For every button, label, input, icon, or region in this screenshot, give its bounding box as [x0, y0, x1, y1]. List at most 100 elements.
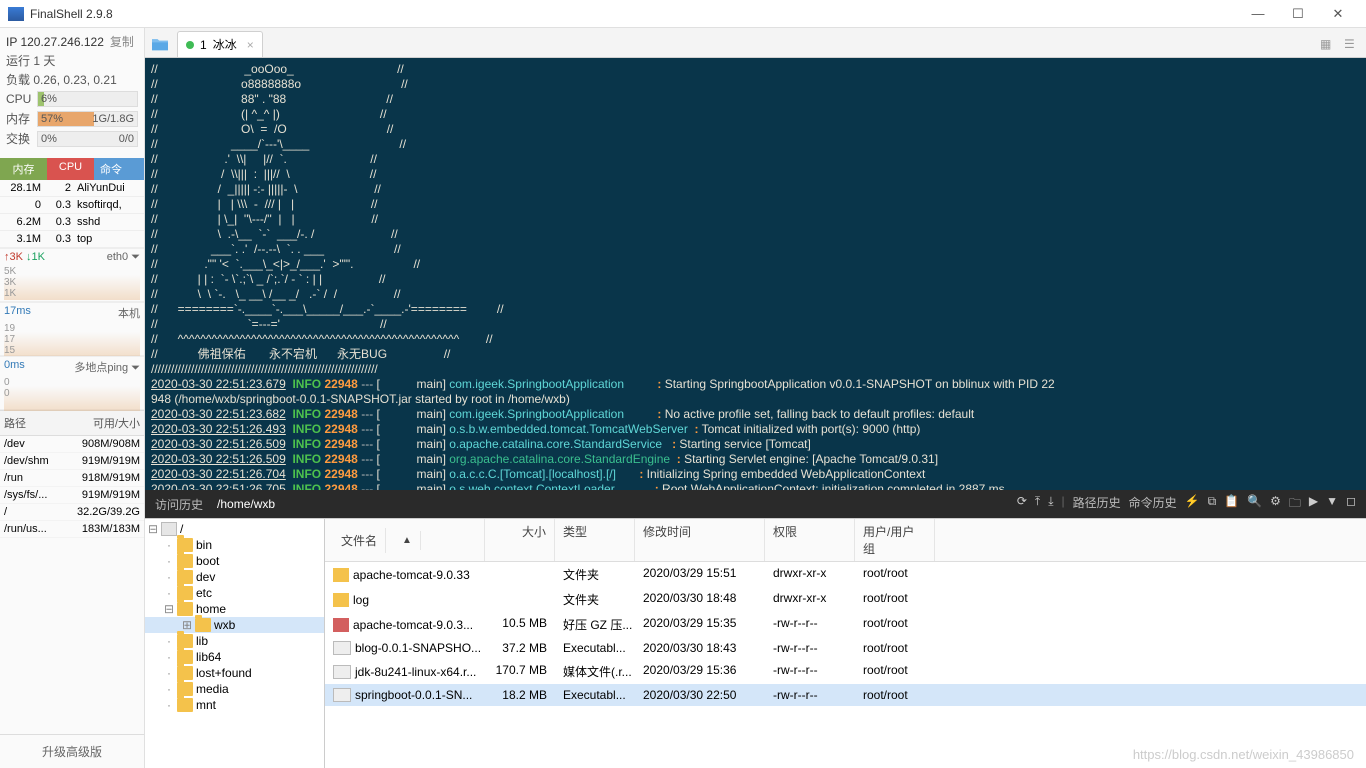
download-icon[interactable]: ⤓ — [1048, 494, 1053, 515]
multi-ping-dropdown[interactable]: 多地点ping ⏷ — [74, 359, 140, 375]
file-row[interactable]: apache-tomcat-9.0.33 文件夹 2020/03/29 15:5… — [325, 562, 1366, 587]
swap-label: 交换 — [6, 130, 34, 147]
swap-meter: 0%0/0 — [37, 131, 138, 147]
folder-icon — [177, 554, 193, 568]
paste-icon[interactable]: 📋 — [1224, 494, 1239, 515]
tree-node[interactable]: ·mnt — [145, 697, 324, 713]
iface-dropdown[interactable]: eth0 ⏷ — [107, 251, 140, 264]
file-list[interactable]: 文件名▲ 大小 类型 修改时间 权限 用户/用户组 apache-tomcat-… — [325, 519, 1366, 768]
process-row[interactable]: 3.1M0.3top — [0, 231, 144, 248]
cpu-label: CPU — [6, 92, 34, 106]
file-row[interactable]: log 文件夹 2020/03/30 18:48drwxr-xr-xroot/r… — [325, 587, 1366, 612]
path-history-button[interactable]: 路径历史 — [1073, 494, 1121, 515]
tab-close-icon[interactable]: × — [247, 38, 254, 52]
ping-multi-chart: 0ms多地点ping ⏷ 00 — [0, 356, 144, 410]
sidebar: IP 120.27.246.122 复制 运行 1 天 负载 0.26, 0.2… — [0, 28, 145, 768]
tree-node[interactable]: ·lib — [145, 633, 324, 649]
path-row[interactable]: /run/us...183M/183M — [0, 521, 144, 538]
path-row[interactable]: /dev/shm919M/919M — [0, 453, 144, 470]
tab-cpu[interactable]: CPU — [47, 158, 94, 180]
tree-node[interactable]: ·boot — [145, 553, 324, 569]
search-icon[interactable]: 🔍 — [1247, 494, 1262, 515]
path-row[interactable]: /dev908M/908M — [0, 436, 144, 453]
file-type-icon — [333, 568, 349, 582]
file-list-header: 文件名▲ 大小 类型 修改时间 权限 用户/用户组 — [325, 519, 1366, 562]
file-row[interactable]: springboot-0.0.1-SN... 18.2 MBExecutabl.… — [325, 684, 1366, 706]
folder-icon — [177, 570, 193, 584]
process-row[interactable]: 28.1M2AliYunDui — [0, 180, 144, 197]
cpu-meter: 6% — [37, 91, 138, 107]
maximize-panel-icon[interactable]: ◻ — [1346, 494, 1356, 515]
path-row[interactable]: /run918M/919M — [0, 470, 144, 487]
load-avg: 负载 0.26, 0.23, 0.21 — [6, 71, 138, 88]
refresh-icon[interactable]: ⟳ — [1017, 494, 1027, 515]
tab-command[interactable]: 命令 — [94, 158, 144, 180]
tabs-bar: 1 冰冰 × ▦ ☰ — [145, 28, 1366, 58]
folder-icon — [177, 586, 193, 600]
folder-icon[interactable]: 🗀 — [1289, 494, 1301, 515]
file-manager: ⊟/ ·bin·boot·dev·etc⊟home⊞wxb·lib·lib64·… — [145, 518, 1366, 768]
folder-icon — [177, 538, 193, 552]
folder-icon — [177, 602, 193, 616]
copy-ip-button[interactable]: 复制 — [110, 33, 134, 50]
ping-local-chart: 17ms本机 191715 — [0, 302, 144, 356]
path-row[interactable]: /sys/fs/...919M/919M — [0, 487, 144, 504]
down-icon[interactable]: ▼ — [1326, 494, 1338, 515]
folder-icon — [177, 666, 193, 680]
bolt-icon[interactable]: ⚡ — [1185, 494, 1200, 515]
disk-icon — [161, 522, 177, 536]
tree-node[interactable]: ·lib64 — [145, 649, 324, 665]
tree-node[interactable]: ·media — [145, 681, 324, 697]
folder-icon — [177, 698, 193, 712]
uptime: 运行 1 天 — [6, 52, 138, 69]
app-logo-icon — [8, 7, 24, 21]
folder-icon — [177, 634, 193, 648]
visit-history-button[interactable]: 访问历史 — [155, 496, 203, 513]
tree-node-wxb[interactable]: ⊞wxb — [145, 617, 324, 633]
mem-label: 内存 — [6, 110, 34, 127]
file-type-icon — [333, 618, 349, 632]
copy-icon[interactable]: ⧉ — [1208, 494, 1217, 515]
close-button[interactable]: ✕ — [1318, 6, 1358, 22]
process-row[interactable]: 6.2M0.3sshd — [0, 214, 144, 231]
list-view-icon[interactable]: ☰ — [1344, 37, 1364, 57]
tab-memory[interactable]: 内存 — [0, 158, 47, 180]
file-row[interactable]: blog-0.0.1-SNAPSHO... 37.2 MBExecutabl..… — [325, 637, 1366, 659]
sessions-folder-icon[interactable] — [145, 31, 175, 57]
status-dot-icon — [186, 41, 194, 49]
maximize-button[interactable]: ☐ — [1278, 6, 1318, 22]
minimize-button[interactable]: — — [1238, 6, 1278, 21]
net-chart: ↑3K ↓1K eth0 ⏷ 5K3K1K — [0, 248, 144, 302]
app-title: FinalShell 2.9.8 — [30, 7, 1238, 21]
cmd-history-button[interactable]: 命令历史 — [1129, 494, 1177, 515]
folder-icon — [177, 650, 193, 664]
upload-icon[interactable]: ⤒ — [1035, 494, 1040, 515]
path-toolbar: 访问历史 /home/wxb ⟳ ⤒ ⤓ | 路径历史 命令历史 ⚡ ⧉ 📋 🔍… — [145, 490, 1366, 518]
mem-meter: 57%1G/1.8G — [37, 111, 138, 127]
ip-address: IP 120.27.246.122 — [6, 35, 104, 49]
tree-node[interactable]: ·etc — [145, 585, 324, 601]
play-icon[interactable]: ▶ — [1309, 494, 1318, 515]
grid-view-icon[interactable]: ▦ — [1320, 37, 1340, 57]
path-row[interactable]: /32.2G/39.2G — [0, 504, 144, 521]
tree-node[interactable]: ·lost+found — [145, 665, 324, 681]
file-type-icon — [333, 641, 351, 655]
gear-icon[interactable]: ⚙ — [1270, 494, 1281, 515]
process-row[interactable]: 00.3ksoftirqd, — [0, 197, 144, 214]
file-row[interactable]: apache-tomcat-9.0.3... 10.5 MB好压 GZ 压...… — [325, 612, 1366, 637]
paths-table: 路径可用/大小 /dev908M/908M/dev/shm919M/919M/r… — [0, 410, 144, 734]
file-type-icon — [333, 665, 351, 679]
file-row[interactable]: jdk-8u241-linux-x64.r... 170.7 MB媒体文件(.r… — [325, 659, 1366, 684]
directory-tree[interactable]: ⊟/ ·bin·boot·dev·etc⊟home⊞wxb·lib·lib64·… — [145, 519, 325, 768]
file-type-icon — [333, 593, 349, 607]
upgrade-link[interactable]: 升级高级版 — [0, 734, 144, 768]
tree-node[interactable]: ·dev — [145, 569, 324, 585]
current-path: /home/wxb — [217, 497, 275, 511]
titlebar: FinalShell 2.9.8 — ☐ ✕ — [0, 0, 1366, 28]
tree-node[interactable]: ⊟home — [145, 601, 324, 617]
stat-tabs: 内存 CPU 命令 — [0, 158, 144, 180]
tab-name: 冰冰 — [213, 36, 237, 53]
session-tab[interactable]: 1 冰冰 × — [177, 31, 263, 57]
terminal[interactable]: // _ooOoo_ //// o8888888o //// 88" . "88 — [145, 58, 1366, 490]
tree-node[interactable]: ·bin — [145, 537, 324, 553]
